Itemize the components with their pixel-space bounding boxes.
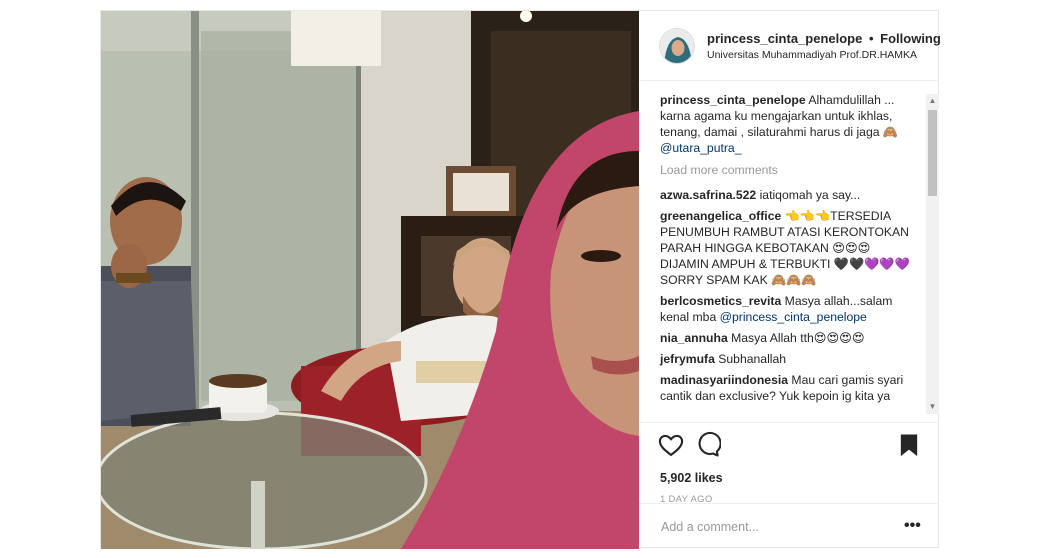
- avatar-image: [660, 29, 694, 63]
- comments-scrollbar[interactable]: ▲ ▼: [926, 94, 939, 414]
- comment-item: madinasyariindonesia Mau cari gamis syar…: [660, 372, 920, 404]
- separator-dot: •: [868, 31, 874, 46]
- more-options-icon[interactable]: •••: [904, 516, 921, 536]
- comment-username[interactable]: greenangelica_office: [660, 209, 781, 223]
- comment-mention[interactable]: @princess_cinta_penelope: [720, 310, 867, 324]
- avatar[interactable]: [659, 28, 695, 64]
- comments-section[interactable]: princess_cinta_penelope Alhamdulillah ..…: [639, 82, 939, 422]
- post-photo[interactable]: [101, 11, 639, 549]
- comments-list: princess_cinta_penelope Alhamdulillah ..…: [660, 92, 920, 409]
- comment-username[interactable]: jefrymufa: [660, 352, 715, 366]
- comment-item: nia_annuha Masya Allah tth😍😍😍😍: [660, 330, 920, 346]
- comment-input[interactable]: [659, 516, 883, 538]
- photo-illustration: [101, 11, 639, 549]
- caption-mention[interactable]: @utara_putra_: [660, 141, 742, 155]
- comment-text: Masya Allah tth😍😍😍😍: [731, 331, 865, 345]
- comment-item: azwa.safrina.522 iatiqomah ya say...: [660, 187, 920, 203]
- comment-username[interactable]: berlcosmetics_revita: [660, 294, 781, 308]
- following-button[interactable]: Following: [880, 31, 941, 46]
- caption: princess_cinta_penelope Alhamdulillah ..…: [660, 92, 920, 156]
- scroll-down-arrow-icon[interactable]: ▼: [928, 402, 937, 412]
- post-header: princess_cinta_penelope • Following Univ…: [639, 11, 941, 81]
- comment-text: iatiqomah ya say...: [759, 188, 861, 202]
- add-comment-bar: •••: [639, 503, 939, 549]
- scrollbar-thumb[interactable]: [928, 110, 937, 196]
- comment-item: greenangelica_office 👈👈👈TERSEDIA PENUMBU…: [660, 208, 920, 288]
- heart-icon[interactable]: [657, 431, 685, 459]
- comment-text: Subhanallah: [718, 352, 787, 366]
- comment-username[interactable]: nia_annuha: [660, 331, 728, 345]
- likes-count[interactable]: 5,902 likes: [660, 471, 723, 485]
- bookmark-icon-svg: [900, 434, 918, 457]
- post-actions: 5,902 likes 1 DAY AGO: [639, 422, 939, 505]
- scroll-up-arrow-icon[interactable]: ▲: [928, 96, 937, 106]
- heart-icon-svg: [658, 434, 684, 457]
- instagram-post: princess_cinta_penelope • Following Univ…: [100, 10, 941, 549]
- comment-username[interactable]: madinasyariindonesia: [660, 373, 788, 387]
- comment-item: jefrymufa Subhanallah: [660, 351, 920, 367]
- comment-username[interactable]: azwa.safrina.522: [660, 188, 756, 202]
- post-location[interactable]: Universitas Muhammadiyah Prof.DR.HAMKA: [707, 49, 917, 61]
- post-side-panel: princess_cinta_penelope • Following Univ…: [639, 11, 941, 549]
- load-more-comments-link[interactable]: Load more comments: [660, 162, 920, 178]
- header-user-line: princess_cinta_penelope • Following: [707, 31, 941, 46]
- comment-item: berlcosmetics_revita Masya allah...salam…: [660, 293, 920, 325]
- bookmark-icon[interactable]: [895, 431, 923, 459]
- speech-bubble-icon[interactable]: [693, 431, 722, 459]
- comment-icon-svg: [698, 431, 722, 457]
- caption-username[interactable]: princess_cinta_penelope: [660, 93, 806, 107]
- post-username[interactable]: princess_cinta_penelope: [707, 31, 862, 46]
